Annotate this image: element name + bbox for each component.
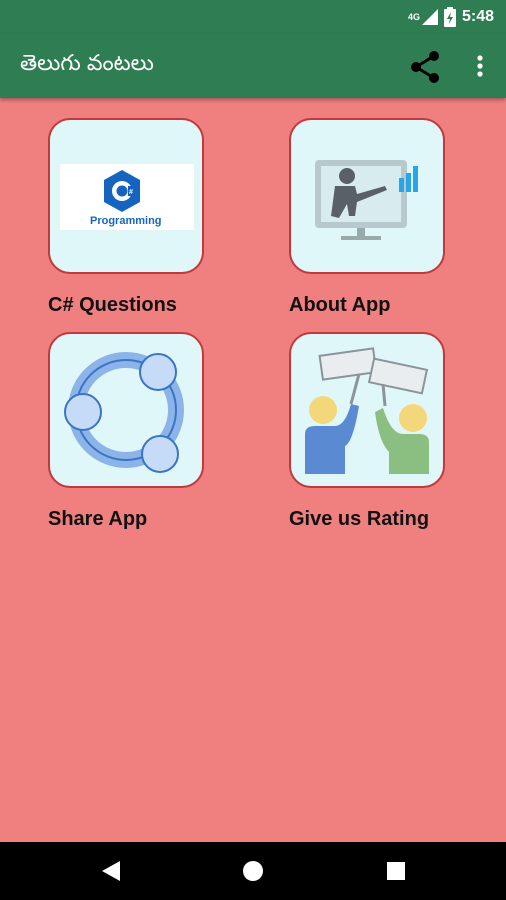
status-icons: 4G 5:48 — [408, 6, 494, 28]
presentation-icon — [315, 160, 418, 240]
svg-text:Programming: Programming — [90, 215, 162, 227]
rating-people-icon — [305, 347, 429, 474]
cell-signal-icon — [421, 9, 438, 25]
menu-grid: # Programming C# Questions About App Sha… — [0, 98, 506, 842]
give-rating-tile[interactable] — [289, 332, 445, 488]
status-bar: 4G 5:48 — [0, 0, 506, 34]
share-circle-icon — [64, 352, 184, 473]
more-vert-icon — [477, 55, 483, 77]
csharp-programming-icon: # Programming — [60, 164, 194, 230]
app-bar: తెలుగు వంటలు — [0, 34, 506, 98]
svg-text:#: # — [129, 189, 133, 196]
home-icon[interactable] — [242, 860, 264, 882]
share-app-tile[interactable] — [48, 332, 204, 488]
battery-icon — [443, 7, 456, 27]
share-app-label[interactable]: Share App — [48, 508, 147, 531]
recents-icon[interactable] — [386, 861, 406, 881]
share-icon — [411, 51, 439, 83]
about-app-tile[interactable] — [289, 118, 445, 274]
give-rating-label[interactable]: Give us Rating — [289, 508, 429, 531]
csharp-questions-tile[interactable]: # Programming — [48, 118, 204, 274]
navigation-bar — [0, 842, 506, 900]
about-app-label[interactable]: About App — [289, 294, 390, 317]
overflow-menu-button[interactable] — [466, 50, 494, 84]
back-icon[interactable] — [100, 860, 122, 882]
signal-type: 4G — [407, 12, 420, 22]
csharp-questions-label[interactable]: C# Questions — [48, 294, 177, 317]
clock: 5:48 — [461, 8, 494, 25]
share-button[interactable] — [406, 50, 446, 84]
app-title: తెలుగు వంటలు — [20, 50, 154, 75]
